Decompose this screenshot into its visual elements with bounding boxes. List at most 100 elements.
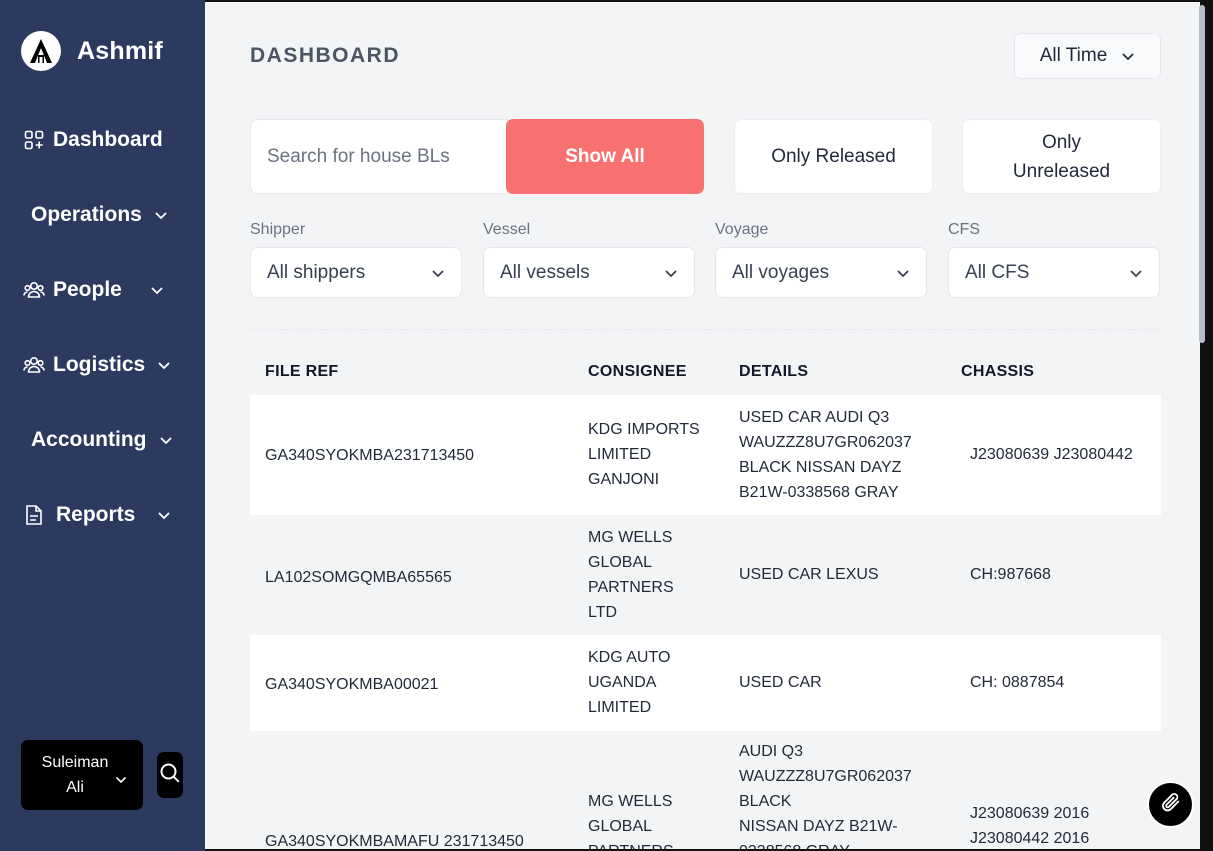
chassis-line: J23080442 2016 <box>970 830 1090 847</box>
consignee-line: PARTNERS <box>588 579 674 596</box>
user-menu-button[interactable]: Suleiman Ali <box>21 740 143 810</box>
chassis-cell: J23080639 2016 J23080442 2016 <box>970 801 1089 849</box>
time-range-select[interactable]: All Time <box>1014 33 1161 79</box>
file-ref-cell: GA340SYOKMBA00021 <box>265 676 439 693</box>
search-icon <box>159 762 181 789</box>
shipper-select[interactable]: All shippers <box>250 247 462 298</box>
users-icon <box>23 354 45 376</box>
shipper-label: Shipper <box>250 221 306 238</box>
sidebar-item-logistics[interactable]: Logistics <box>23 345 228 385</box>
show-all-button[interactable]: Show All <box>506 119 704 194</box>
consignee-line: PARTNERS <box>588 839 674 849</box>
details-line: BLACK <box>739 793 792 810</box>
details-line: B21W-0338568 GRAY <box>739 484 899 501</box>
details-line: USED CAR AUDI Q3 <box>739 409 890 426</box>
column-header-chassis[interactable]: CHASSIS <box>961 363 1034 381</box>
global-search-button[interactable] <box>157 752 183 798</box>
voyage-value: All voyages <box>732 261 830 283</box>
sidebar-item-dashboard[interactable]: Dashboard <box>23 120 228 160</box>
details-cell: USED CAR AUDI Q3 WAUZZZ8U7GR062037 BLACK… <box>739 405 912 505</box>
consignee-line: UGANDA <box>588 674 657 691</box>
only-unreleased-label-line2: Unreleased <box>1012 160 1111 182</box>
cfs-label: CFS <box>948 221 980 238</box>
brand-name: Ashmif <box>77 36 163 65</box>
column-header-file-ref[interactable]: FILE REF <box>265 363 339 381</box>
consignee-cell: MG WELLS GLOBAL PARTNERS <box>588 789 674 849</box>
house-bl-search-input[interactable] <box>250 119 508 194</box>
consignee-cell: KDG IMPORTS LIMITED GANJONI <box>588 417 700 492</box>
chevron-down-icon <box>159 435 173 445</box>
sidebar-item-people[interactable]: People <box>23 270 228 310</box>
shipper-value: All shippers <box>267 261 366 283</box>
document-icon <box>23 504 45 526</box>
only-released-button[interactable]: Only Released <box>734 119 933 194</box>
sidebar-item-label: People <box>53 278 122 301</box>
chevron-down-icon <box>115 767 127 792</box>
table-row[interactable]: GA340SYOKMBA00021 KDG AUTO UGANDA LIMITE… <box>250 635 1161 731</box>
chevron-down-icon <box>150 285 164 295</box>
chassis-cell: CH:987668 <box>970 562 1051 587</box>
divider <box>250 329 1161 330</box>
table-row[interactable]: LA102SOMGQMBA65565 MG WELLS GLOBAL PARTN… <box>250 515 1161 635</box>
consignee-line: KDG IMPORTS <box>588 421 700 438</box>
details-line: NISSAN DAYZ B21W- <box>739 818 898 835</box>
chassis-line: CH: 0887854 <box>970 674 1065 691</box>
consignee-cell: KDG AUTO UGANDA LIMITED <box>588 645 670 720</box>
user-last-name: Ali <box>66 779 84 796</box>
table-row[interactable]: GA340SYOKMBAMAFU 231713450 MG WELLS GLOB… <box>250 731 1161 849</box>
grid-icon <box>23 129 45 151</box>
consignee-line: MG WELLS <box>588 529 673 546</box>
page-title: DASHBOARD <box>250 44 400 67</box>
consignee-line: LTD <box>588 604 618 621</box>
vessel-select[interactable]: All vessels <box>483 247 695 298</box>
voyage-select[interactable]: All voyages <box>715 247 927 298</box>
file-ref-cell: LA102SOMGQMBA65565 <box>265 569 452 586</box>
vessel-label: Vessel <box>483 221 531 238</box>
details-cell: AUDI Q3 WAUZZZ8U7GR062037 BLACK NISSAN D… <box>739 739 912 849</box>
sidebar-item-reports[interactable]: Reports <box>23 495 228 535</box>
consignee-line: MG WELLS <box>588 793 673 810</box>
consignee-line: LIMITED <box>588 446 652 463</box>
only-unreleased-button[interactable]: Only Unreleased <box>962 119 1161 194</box>
chassis-line: J23080639 J23080442 <box>970 446 1133 463</box>
details-cell: USED CAR <box>739 670 822 695</box>
table-row[interactable]: GA340SYOKMBA231713450 KDG IMPORTS LIMITE… <box>250 395 1161 515</box>
consignee-line: GLOBAL <box>588 818 653 835</box>
consignee-line: KDG AUTO <box>588 649 671 666</box>
sidebar-item-label: Dashboard <box>53 128 163 151</box>
paperclip-icon <box>1160 791 1182 818</box>
file-ref-cell: GA340SYOKMBA231713450 <box>265 447 475 464</box>
sidebar-item-label: Reports <box>56 503 136 526</box>
details-line: AUDI Q3 <box>739 743 804 760</box>
details-line: USED CAR <box>739 674 822 691</box>
users-icon <box>23 279 45 301</box>
details-line: USED CAR LEXUS <box>739 566 879 583</box>
sidebar-item-label: Operations <box>31 203 142 226</box>
chevron-down-icon <box>157 510 171 520</box>
column-header-details[interactable]: DETAILS <box>739 363 808 381</box>
column-header-consignee[interactable]: CONSIGNEE <box>588 363 687 381</box>
cfs-value: All CFS <box>965 261 1030 283</box>
brand[interactable]: Ashmif <box>21 31 163 71</box>
details-line: BLACK NISSAN DAYZ <box>739 459 902 476</box>
logo-icon <box>21 31 61 71</box>
chevron-down-icon <box>664 262 678 284</box>
vessel-value: All vessels <box>500 261 590 283</box>
details-line: 0338568 GRAY <box>739 839 912 849</box>
sidebar: Ashmif Dashboard Operations People Logis… <box>0 0 205 851</box>
consignee-line: LIMITED <box>588 699 652 716</box>
chassis-line: J23080639 2016 <box>970 805 1090 822</box>
details-cell: USED CAR LEXUS <box>739 562 879 587</box>
chassis-cell: J23080639 J23080442 <box>970 442 1133 467</box>
chevron-down-icon <box>1121 45 1135 67</box>
consignee-cell: MG WELLS GLOBAL PARTNERS LTD <box>588 525 674 625</box>
chevron-down-icon <box>157 360 171 370</box>
chevron-down-icon <box>896 262 910 284</box>
chevron-down-icon <box>431 262 445 284</box>
chevron-down-icon <box>1129 262 1143 284</box>
chassis-cell: CH: 0887854 <box>970 670 1064 695</box>
scrollbar[interactable] <box>1199 5 1205 343</box>
chevron-down-icon <box>154 210 168 220</box>
cfs-select[interactable]: All CFS <box>948 247 1160 298</box>
attach-button[interactable] <box>1147 781 1194 828</box>
